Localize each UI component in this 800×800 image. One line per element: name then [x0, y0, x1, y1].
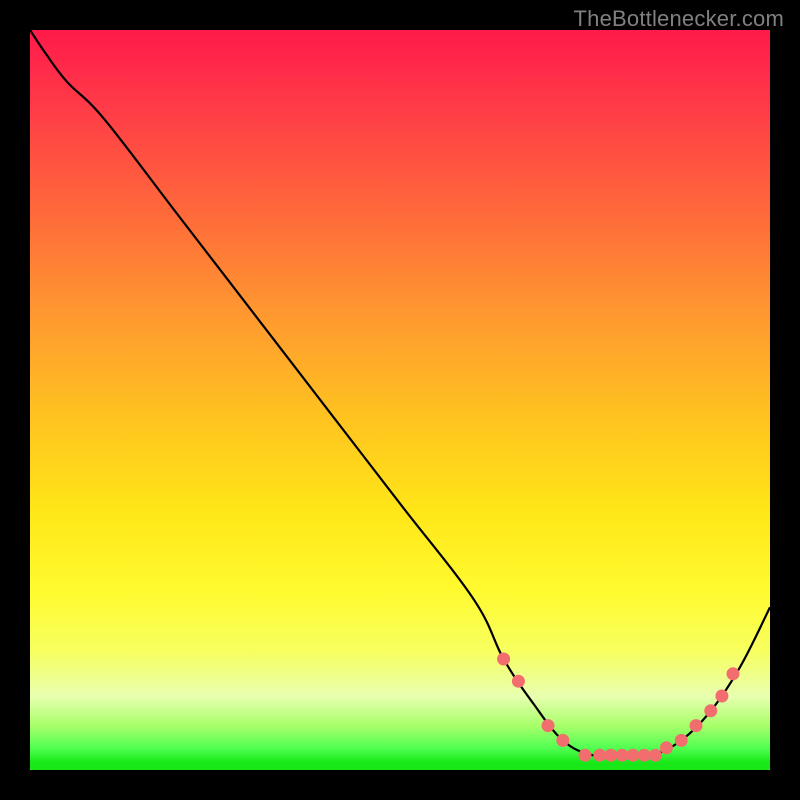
chart-frame: TheBottlenecker.com: [0, 0, 800, 800]
data-marker: [593, 749, 606, 762]
data-marker: [579, 749, 592, 762]
data-marker: [638, 749, 651, 762]
data-marker: [542, 719, 555, 732]
data-marker: [660, 741, 673, 754]
data-marker: [675, 734, 688, 747]
data-marker: [512, 675, 525, 688]
marker-group: [497, 653, 739, 762]
data-marker: [649, 749, 662, 762]
data-marker: [616, 749, 629, 762]
data-marker: [715, 690, 728, 703]
data-marker: [690, 719, 703, 732]
data-marker: [604, 749, 617, 762]
plot-area: [30, 30, 770, 770]
data-marker: [727, 667, 740, 680]
bottleneck-curve: [30, 30, 770, 756]
data-marker: [497, 653, 510, 666]
data-marker: [704, 704, 717, 717]
data-marker: [556, 734, 569, 747]
watermark-text: TheBottlenecker.com: [574, 6, 784, 32]
curve-svg: [30, 30, 770, 770]
data-marker: [627, 749, 640, 762]
